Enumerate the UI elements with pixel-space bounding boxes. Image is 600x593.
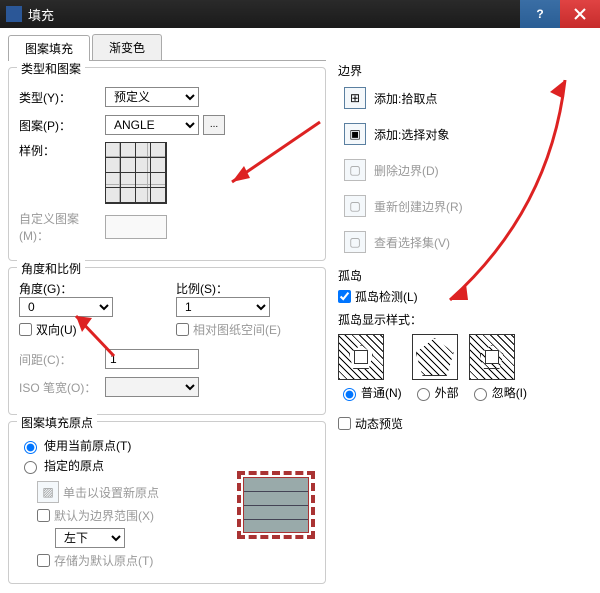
custom-pattern-swatch bbox=[105, 215, 167, 239]
relative-paper-checkbox[interactable] bbox=[176, 323, 189, 336]
view-selection-label: 查看选择集(V) bbox=[374, 234, 450, 251]
island-style-label: 孤岛显示样式： bbox=[338, 311, 590, 328]
set-origin-label: 单击以设置新原点 bbox=[63, 484, 159, 501]
island-outer-label: 外部 bbox=[435, 384, 459, 401]
default-extents-checkbox[interactable] bbox=[37, 509, 50, 522]
pattern-select[interactable]: ANGLE bbox=[105, 115, 199, 135]
use-current-origin-radio[interactable] bbox=[24, 441, 37, 454]
island-detection-checkbox[interactable] bbox=[338, 290, 351, 303]
store-default-label: 存储为默认原点(T) bbox=[54, 552, 153, 569]
spacing-label: 间距(C)： bbox=[19, 351, 105, 368]
relative-paper-label: 相对图纸空间(E) bbox=[193, 321, 281, 338]
close-button[interactable] bbox=[560, 0, 600, 28]
dynamic-preview-label: 动态预览 bbox=[355, 415, 403, 432]
group-hatch-origin: 图案填充原点 使用当前原点(T) 指定的原点 ▨单击以设置新原点 默认为边界范围… bbox=[8, 421, 326, 584]
island-normal-preview[interactable] bbox=[338, 334, 384, 380]
pattern-label: 图案(P)： bbox=[19, 117, 105, 134]
island-ignore-radio[interactable] bbox=[474, 388, 487, 401]
island-outer-radio[interactable] bbox=[417, 388, 430, 401]
help-button[interactable]: ? bbox=[520, 0, 560, 28]
tab-gradient[interactable]: 渐变色 bbox=[92, 34, 162, 60]
recreate-boundary-icon: ▢ bbox=[344, 195, 366, 217]
delete-boundary-label: 删除边界(D) bbox=[374, 162, 439, 179]
recreate-boundary-label: 重新创建边界(R) bbox=[374, 198, 463, 215]
group-angle-scale: 角度和比例 角度(G)： 0 双向(U) 比例(S)： 1 相对图纸空间(E) … bbox=[8, 267, 326, 415]
island-outer-preview[interactable] bbox=[412, 334, 458, 380]
group-type-pattern: 类型和图案 类型(Y)： 预定义 图案(P)： ANGLE ... 样例： 自定… bbox=[8, 67, 326, 261]
bidirectional-label: 双向(U) bbox=[36, 321, 77, 338]
group-title: 图案填充原点 bbox=[17, 414, 97, 431]
use-current-origin-label: 使用当前原点(T) bbox=[44, 437, 131, 454]
title-bar: 填充 ? bbox=[0, 0, 600, 28]
default-extents-label: 默认为边界范围(X) bbox=[54, 507, 154, 524]
tab-pattern-fill[interactable]: 图案填充 bbox=[8, 35, 90, 61]
recreate-boundary-button: ▢ 重新创建边界(R) bbox=[344, 195, 590, 217]
iso-width-select[interactable] bbox=[105, 377, 199, 397]
island-ignore-label: 忽略(I) bbox=[492, 384, 527, 401]
dynamic-preview-checkbox[interactable] bbox=[338, 417, 351, 430]
type-label: 类型(Y)： bbox=[19, 89, 105, 106]
island-ignore-preview[interactable] bbox=[469, 334, 515, 380]
scale-label: 比例(S)： bbox=[176, 280, 315, 297]
view-selection-icon: ▢ bbox=[344, 231, 366, 253]
origin-position-select[interactable]: 左下 bbox=[55, 528, 125, 548]
specified-origin-radio[interactable] bbox=[24, 461, 37, 474]
set-origin-icon: ▨ bbox=[37, 481, 59, 503]
specified-origin-label: 指定的原点 bbox=[44, 457, 104, 474]
add-pick-point-button[interactable]: ⊞ 添加:拾取点 bbox=[344, 87, 590, 109]
scale-select[interactable]: 1 bbox=[176, 297, 270, 317]
iso-width-label: ISO 笔宽(O)： bbox=[19, 379, 105, 396]
delete-boundary-button: ▢ 删除边界(D) bbox=[344, 159, 590, 181]
boundary-title: 边界 bbox=[338, 62, 590, 79]
group-title: 角度和比例 bbox=[17, 260, 85, 277]
pattern-browse-button[interactable]: ... bbox=[203, 115, 225, 135]
custom-pattern-label: 自定义图案(M)： bbox=[19, 210, 105, 244]
spacing-input[interactable] bbox=[105, 349, 199, 369]
angle-label: 角度(G)： bbox=[19, 280, 158, 297]
bidirectional-checkbox[interactable] bbox=[19, 323, 32, 336]
store-default-checkbox[interactable] bbox=[37, 554, 50, 567]
angle-select[interactable]: 0 bbox=[19, 297, 113, 317]
view-selection-button: ▢ 查看选择集(V) bbox=[344, 231, 590, 253]
island-normal-label: 普通(N) bbox=[361, 384, 402, 401]
add-pick-point-label: 添加:拾取点 bbox=[374, 90, 437, 107]
delete-boundary-icon: ▢ bbox=[344, 159, 366, 181]
pick-point-icon: ⊞ bbox=[344, 87, 366, 109]
origin-preview bbox=[243, 477, 309, 533]
add-select-object-label: 添加:选择对象 bbox=[374, 126, 449, 143]
island-normal-radio[interactable] bbox=[343, 388, 356, 401]
island-title: 孤岛 bbox=[338, 267, 590, 284]
tab-strip: 图案填充 渐变色 bbox=[8, 34, 326, 61]
type-select[interactable]: 预定义 bbox=[105, 87, 199, 107]
app-icon bbox=[6, 6, 22, 22]
window-title: 填充 bbox=[28, 5, 520, 24]
add-select-object-button[interactable]: ▣ 添加:选择对象 bbox=[344, 123, 590, 145]
pattern-swatch[interactable] bbox=[105, 142, 167, 204]
select-object-icon: ▣ bbox=[344, 123, 366, 145]
sample-label: 样例： bbox=[19, 142, 105, 159]
island-detection-label: 孤岛检测(L) bbox=[355, 288, 418, 305]
group-title: 类型和图案 bbox=[17, 60, 85, 77]
